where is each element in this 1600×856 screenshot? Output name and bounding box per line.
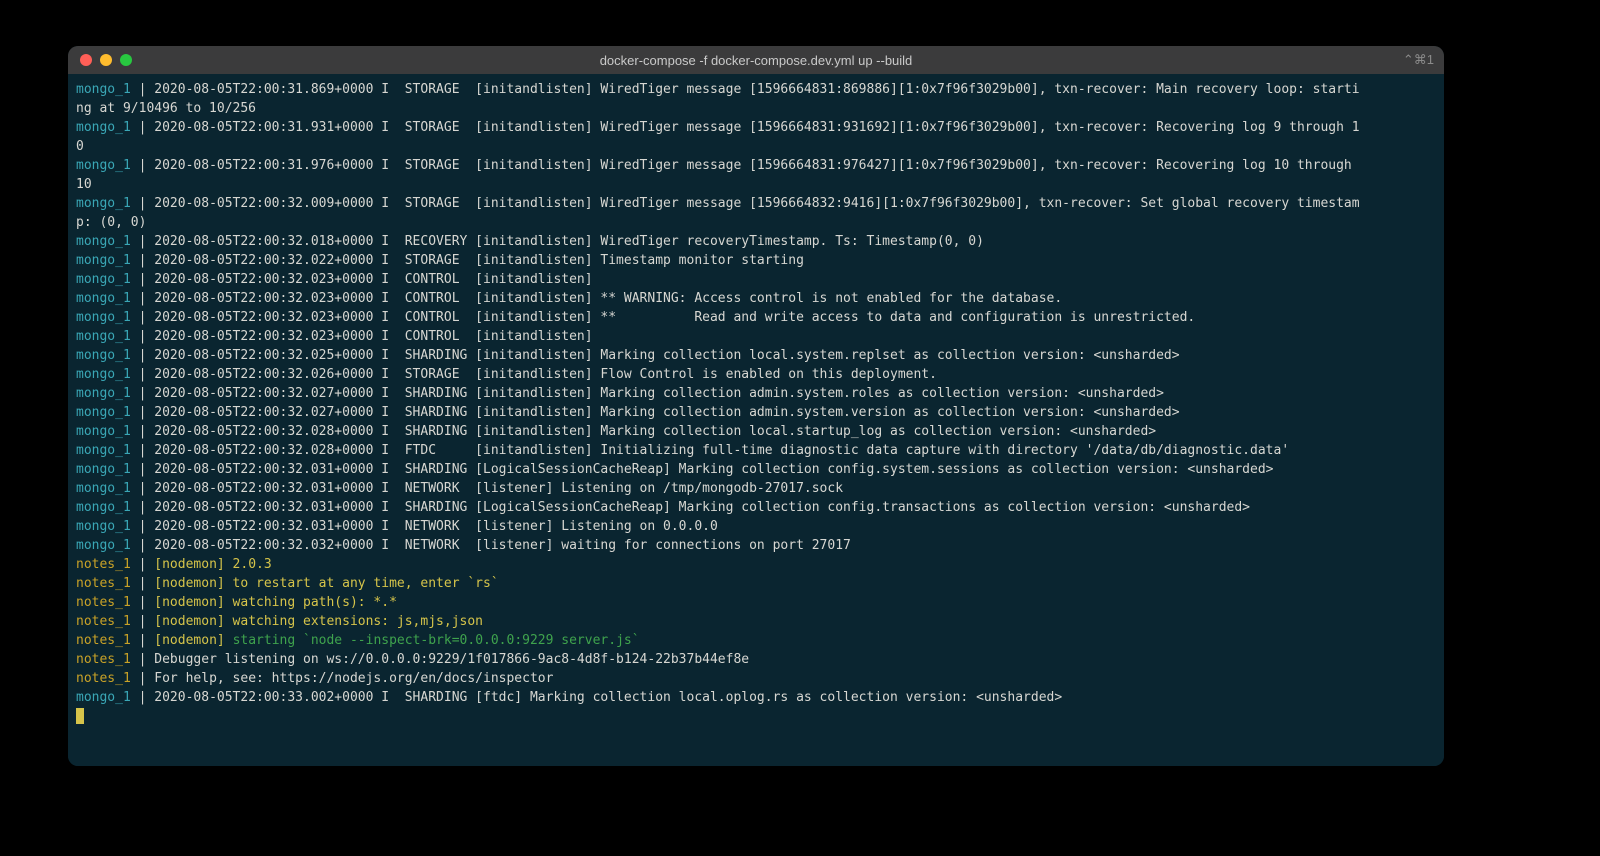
log-line: mongo_1 | 2020-08-05T22:00:32.018+0000 I… [76, 232, 1436, 251]
service-name: mongo_1 [76, 519, 139, 534]
log-line: mongo_1 | 2020-08-05T22:00:32.026+0000 I… [76, 365, 1436, 384]
log-line: mongo_1 | 2020-08-05T22:00:32.023+0000 I… [76, 327, 1436, 346]
log-line: 10 [76, 175, 1436, 194]
service-name: mongo_1 [76, 462, 139, 477]
service-name: notes_1 [76, 576, 139, 591]
service-name: mongo_1 [76, 291, 139, 306]
log-line: notes_1 | [nodemon] watching extensions:… [76, 612, 1436, 631]
service-name: notes_1 [76, 614, 139, 629]
service-name: notes_1 [76, 671, 139, 686]
service-name: mongo_1 [76, 272, 139, 287]
service-name: mongo_1 [76, 367, 139, 382]
log-line: mongo_1 | 2020-08-05T22:00:32.023+0000 I… [76, 270, 1436, 289]
shortcut-hint: ⌃⌘1 [1403, 52, 1434, 68]
log-line: notes_1 | Debugger listening on ws://0.0… [76, 650, 1436, 669]
log-line: mongo_1 | 2020-08-05T22:00:32.025+0000 I… [76, 346, 1436, 365]
service-name: mongo_1 [76, 348, 139, 363]
log-line: mongo_1 | 2020-08-05T22:00:32.031+0000 I… [76, 479, 1436, 498]
log-line: mongo_1 | 2020-08-05T22:00:32.023+0000 I… [76, 289, 1436, 308]
traffic-lights [68, 54, 132, 66]
log-line: mongo_1 | 2020-08-05T22:00:32.009+0000 I… [76, 194, 1436, 213]
log-line: notes_1 | [nodemon] 2.0.3 [76, 555, 1436, 574]
titlebar: docker-compose -f docker-compose.dev.yml… [68, 46, 1444, 74]
service-name: mongo_1 [76, 234, 139, 249]
minimize-icon[interactable] [100, 54, 112, 66]
service-name: mongo_1 [76, 329, 139, 344]
zoom-icon[interactable] [120, 54, 132, 66]
service-name: mongo_1 [76, 538, 139, 553]
service-name: notes_1 [76, 595, 139, 610]
service-name: notes_1 [76, 557, 139, 572]
log-line: p: (0, 0) [76, 213, 1436, 232]
log-line: mongo_1 | 2020-08-05T22:00:32.031+0000 I… [76, 460, 1436, 479]
log-line: mongo_1 | 2020-08-05T22:00:32.028+0000 I… [76, 422, 1436, 441]
window-title: docker-compose -f docker-compose.dev.yml… [68, 53, 1444, 68]
service-name: mongo_1 [76, 120, 139, 135]
service-name: mongo_1 [76, 690, 139, 705]
service-name: mongo_1 [76, 82, 139, 97]
service-name: mongo_1 [76, 443, 139, 458]
log-line: mongo_1 | 2020-08-05T22:00:32.031+0000 I… [76, 517, 1436, 536]
service-name: notes_1 [76, 652, 139, 667]
log-line: notes_1 | For help, see: https://nodejs.… [76, 669, 1436, 688]
service-name: mongo_1 [76, 253, 139, 268]
service-name: mongo_1 [76, 158, 139, 173]
log-line: ng at 9/10496 to 10/256 [76, 99, 1436, 118]
log-line: notes_1 | [nodemon] starting `node --ins… [76, 631, 1436, 650]
cursor [76, 708, 84, 724]
log-line: mongo_1 | 2020-08-05T22:00:33.002+0000 I… [76, 688, 1436, 707]
log-line: notes_1 | [nodemon] watching path(s): *.… [76, 593, 1436, 612]
service-name: notes_1 [76, 633, 139, 648]
log-line: notes_1 | [nodemon] to restart at any ti… [76, 574, 1436, 593]
terminal-output[interactable]: mongo_1 | 2020-08-05T22:00:31.869+0000 I… [68, 74, 1444, 766]
log-line: mongo_1 | 2020-08-05T22:00:32.023+0000 I… [76, 308, 1436, 327]
close-icon[interactable] [80, 54, 92, 66]
log-line: mongo_1 | 2020-08-05T22:00:32.022+0000 I… [76, 251, 1436, 270]
log-line: mongo_1 | 2020-08-05T22:00:32.027+0000 I… [76, 384, 1436, 403]
service-name: mongo_1 [76, 424, 139, 439]
service-name: mongo_1 [76, 310, 139, 325]
log-line: mongo_1 | 2020-08-05T22:00:32.027+0000 I… [76, 403, 1436, 422]
log-line: mongo_1 | 2020-08-05T22:00:31.869+0000 I… [76, 80, 1436, 99]
log-line: mongo_1 | 2020-08-05T22:00:32.028+0000 I… [76, 441, 1436, 460]
log-line: 0 [76, 137, 1436, 156]
log-line: mongo_1 | 2020-08-05T22:00:32.031+0000 I… [76, 498, 1436, 517]
log-line: mongo_1 | 2020-08-05T22:00:31.976+0000 I… [76, 156, 1436, 175]
service-name: mongo_1 [76, 481, 139, 496]
service-name: mongo_1 [76, 405, 139, 420]
service-name: mongo_1 [76, 500, 139, 515]
service-name: mongo_1 [76, 386, 139, 401]
terminal-window: docker-compose -f docker-compose.dev.yml… [68, 46, 1444, 766]
service-name: mongo_1 [76, 196, 139, 211]
log-line: mongo_1 | 2020-08-05T22:00:32.032+0000 I… [76, 536, 1436, 555]
log-line: mongo_1 | 2020-08-05T22:00:31.931+0000 I… [76, 118, 1436, 137]
